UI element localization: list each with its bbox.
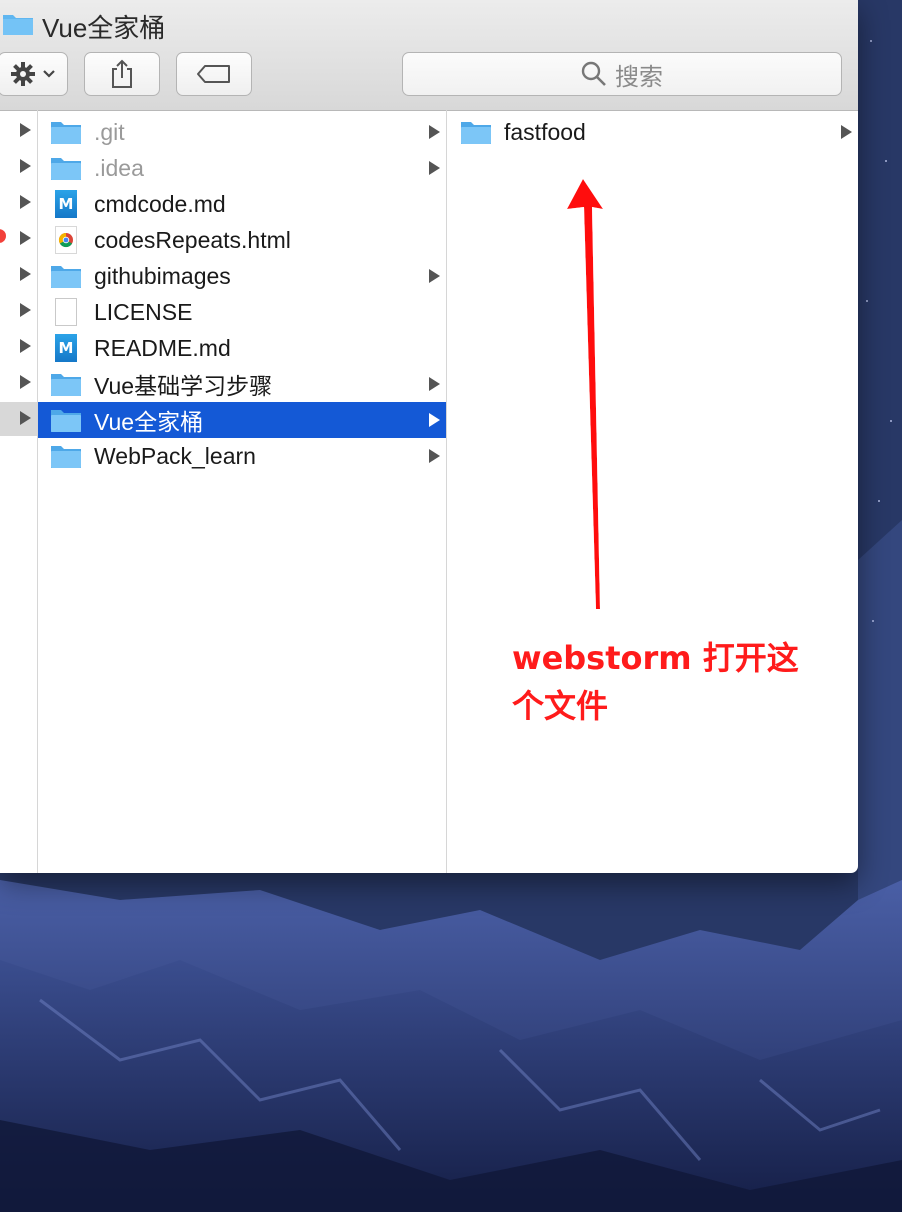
annotation-text: webstorm 打开这 个文件 xyxy=(512,634,812,730)
toolbar: Vue全家桶 搜索 xyxy=(0,0,858,111)
share-icon xyxy=(112,59,132,88)
folder-icon xyxy=(50,442,82,470)
chevron-right-icon xyxy=(429,449,440,463)
annotation-arrow xyxy=(567,179,603,609)
action-menu-button[interactable] xyxy=(0,52,68,96)
chrome-file-icon xyxy=(50,226,82,254)
chevron-right-icon xyxy=(20,375,31,389)
list-item[interactable]: .git xyxy=(38,114,446,150)
list-item[interactable]: WebPack_learn xyxy=(38,438,446,474)
list-item-label: Vue全家桶 xyxy=(94,409,204,435)
folder-icon xyxy=(50,262,82,290)
list-item[interactable]: .idea xyxy=(38,150,446,186)
list-item-label: .git xyxy=(94,118,125,145)
gear-icon xyxy=(11,62,35,86)
list-item-label: WebPack_learn xyxy=(94,442,256,469)
list-item-label: LICENSE xyxy=(94,298,193,325)
parent-column-selection xyxy=(0,402,37,436)
annotation-line: webstorm 打开这 xyxy=(512,639,799,677)
chevron-down-icon xyxy=(43,70,55,78)
chevron-right-icon xyxy=(429,413,440,427)
annotation-line: 个文件 xyxy=(512,687,609,725)
chevron-right-icon xyxy=(841,125,852,139)
list-item[interactable]: Mcmdcode.md xyxy=(38,186,446,222)
list-item[interactable]: Vue全家桶 xyxy=(38,402,446,438)
folder-icon xyxy=(50,118,82,146)
list-item-label: githubimages xyxy=(94,262,231,289)
list-item-label: codesRepeats.html xyxy=(94,226,291,253)
chevron-right-icon xyxy=(429,161,440,175)
search-field[interactable]: 搜索 xyxy=(402,52,842,96)
folder-icon xyxy=(50,406,82,434)
list-item[interactable]: fastfood xyxy=(448,114,858,150)
chevron-right-icon xyxy=(20,123,31,137)
chevron-right-icon xyxy=(20,231,31,245)
list-item[interactable]: githubimages xyxy=(38,258,446,294)
search-placeholder: 搜索 xyxy=(615,63,663,91)
red-tag-dot xyxy=(0,229,6,243)
share-button[interactable] xyxy=(84,52,160,96)
chevron-right-icon xyxy=(20,303,31,317)
chevron-right-icon xyxy=(20,339,31,353)
folder-icon xyxy=(50,370,82,398)
search-icon xyxy=(581,61,606,86)
chevron-right-icon xyxy=(20,159,31,173)
chevron-right-icon xyxy=(429,125,440,139)
list-item-label: Vue基础学习步骤 xyxy=(94,373,273,399)
list-item[interactable]: LICENSE xyxy=(38,294,446,330)
window-title: Vue全家桶 xyxy=(42,13,166,43)
chevron-right-icon xyxy=(20,195,31,209)
chevron-right-icon xyxy=(429,377,440,391)
markdown-file-icon: M xyxy=(50,334,82,362)
chevron-right-icon xyxy=(20,411,31,425)
markdown-file-icon: M xyxy=(50,190,82,218)
list-item[interactable]: M README.md xyxy=(38,330,446,366)
list-item[interactable]: Vue基础学习步骤 xyxy=(38,366,446,402)
column-divider xyxy=(446,110,447,873)
folder-icon xyxy=(460,118,492,146)
list-item-label: fastfood xyxy=(504,118,586,145)
list-item-label: .idea xyxy=(94,154,144,181)
folder-icon xyxy=(50,154,82,182)
list-item[interactable]: codesRepeats.html xyxy=(38,222,446,258)
list-item-label: cmdcode.md xyxy=(94,190,226,217)
tags-button[interactable] xyxy=(176,52,252,96)
chevron-right-icon xyxy=(429,269,440,283)
document-icon xyxy=(50,298,82,326)
list-item-label: README.md xyxy=(94,334,231,361)
folder-icon xyxy=(3,15,33,35)
finder-window: Vue全家桶 搜索 .git .idea M cmdcode.md codesR… xyxy=(0,0,858,873)
chevron-right-icon xyxy=(20,267,31,281)
tag-icon xyxy=(197,65,230,83)
